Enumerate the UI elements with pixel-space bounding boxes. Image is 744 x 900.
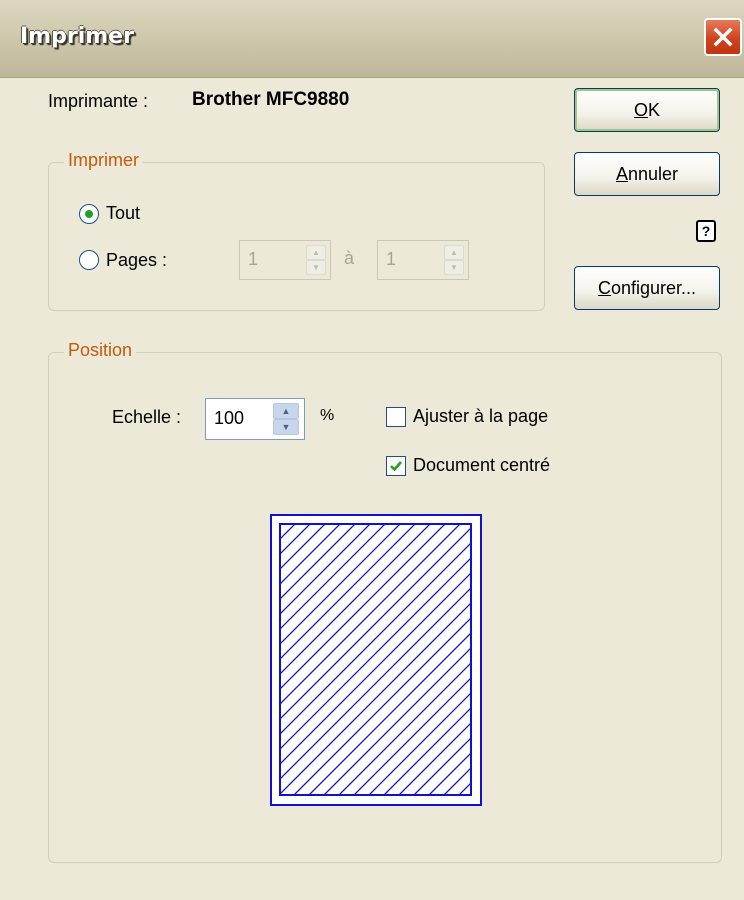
page-from-value: 1 bbox=[248, 249, 259, 269]
print-range-group bbox=[48, 162, 545, 311]
help-icon[interactable]: ? bbox=[696, 220, 716, 242]
configure-accelerator: C bbox=[597, 277, 611, 298]
page-to-spinner: 1 ▲ ▼ bbox=[377, 240, 469, 280]
spin-down-arrow-icon[interactable]: ▼ bbox=[273, 419, 299, 435]
cancel-button[interactable]: Annuler bbox=[574, 152, 720, 196]
cancel-rest: nnuler bbox=[627, 163, 679, 184]
page-from-arrows: ▲ ▼ bbox=[306, 245, 326, 275]
scale-input[interactable]: 100 ▲ ▼ bbox=[205, 398, 305, 440]
page-to-value: 1 bbox=[386, 249, 397, 269]
ok-rest: K bbox=[648, 99, 661, 120]
configure-button-label: Configurer... bbox=[598, 278, 696, 299]
scale-stepper: ▲ ▼ bbox=[273, 403, 299, 435]
radio-pages-label[interactable]: Pages : bbox=[106, 250, 167, 271]
spin-down-arrow-icon: ▼ bbox=[306, 260, 326, 275]
radio-pages[interactable] bbox=[79, 250, 99, 270]
radio-selected-dot bbox=[85, 210, 93, 218]
scale-value: 100 bbox=[214, 408, 245, 428]
spin-up-arrow-icon: ▲ bbox=[444, 245, 464, 260]
title-bar: Imprimer bbox=[0, 0, 744, 78]
ok-button[interactable]: OK bbox=[574, 88, 720, 132]
checkmark-icon bbox=[390, 461, 402, 472]
printer-name: Brother MFC9880 bbox=[192, 89, 350, 110]
page-preview bbox=[270, 514, 482, 806]
spin-up-arrow-icon: ▲ bbox=[306, 245, 326, 260]
cancel-button-label: Annuler bbox=[616, 164, 678, 185]
fit-to-page-checkbox[interactable] bbox=[386, 407, 406, 427]
page-from-spinner: 1 ▲ ▼ bbox=[239, 240, 331, 280]
scale-unit: % bbox=[320, 407, 335, 424]
ok-button-label: OK bbox=[634, 100, 660, 121]
configure-rest: onfigurer... bbox=[610, 277, 697, 298]
print-range-legend: Imprimer bbox=[64, 150, 143, 171]
window-title: Imprimer bbox=[20, 24, 134, 49]
scale-label: Echelle : bbox=[112, 407, 182, 427]
spin-down-arrow-icon: ▼ bbox=[444, 260, 464, 275]
centered-label[interactable]: Document centré bbox=[413, 455, 550, 476]
page-to-label: à bbox=[344, 248, 355, 268]
cancel-accelerator: A bbox=[615, 163, 628, 184]
page-to-arrows: ▲ ▼ bbox=[444, 245, 464, 275]
position-legend: Position bbox=[64, 340, 137, 361]
spin-up-arrow-icon[interactable]: ▲ bbox=[273, 403, 299, 419]
close-button[interactable] bbox=[704, 18, 742, 56]
close-icon bbox=[713, 27, 733, 47]
configure-button[interactable]: Configurer... bbox=[574, 266, 720, 310]
radio-all[interactable] bbox=[79, 204, 99, 224]
help-glyph: ? bbox=[701, 223, 711, 239]
fit-to-page-label[interactable]: Ajuster à la page bbox=[413, 406, 548, 427]
centered-checkbox[interactable] bbox=[386, 456, 406, 476]
printer-label: Imprimante : bbox=[48, 91, 149, 111]
radio-all-label[interactable]: Tout bbox=[106, 203, 140, 224]
ok-accelerator: O bbox=[633, 99, 648, 120]
